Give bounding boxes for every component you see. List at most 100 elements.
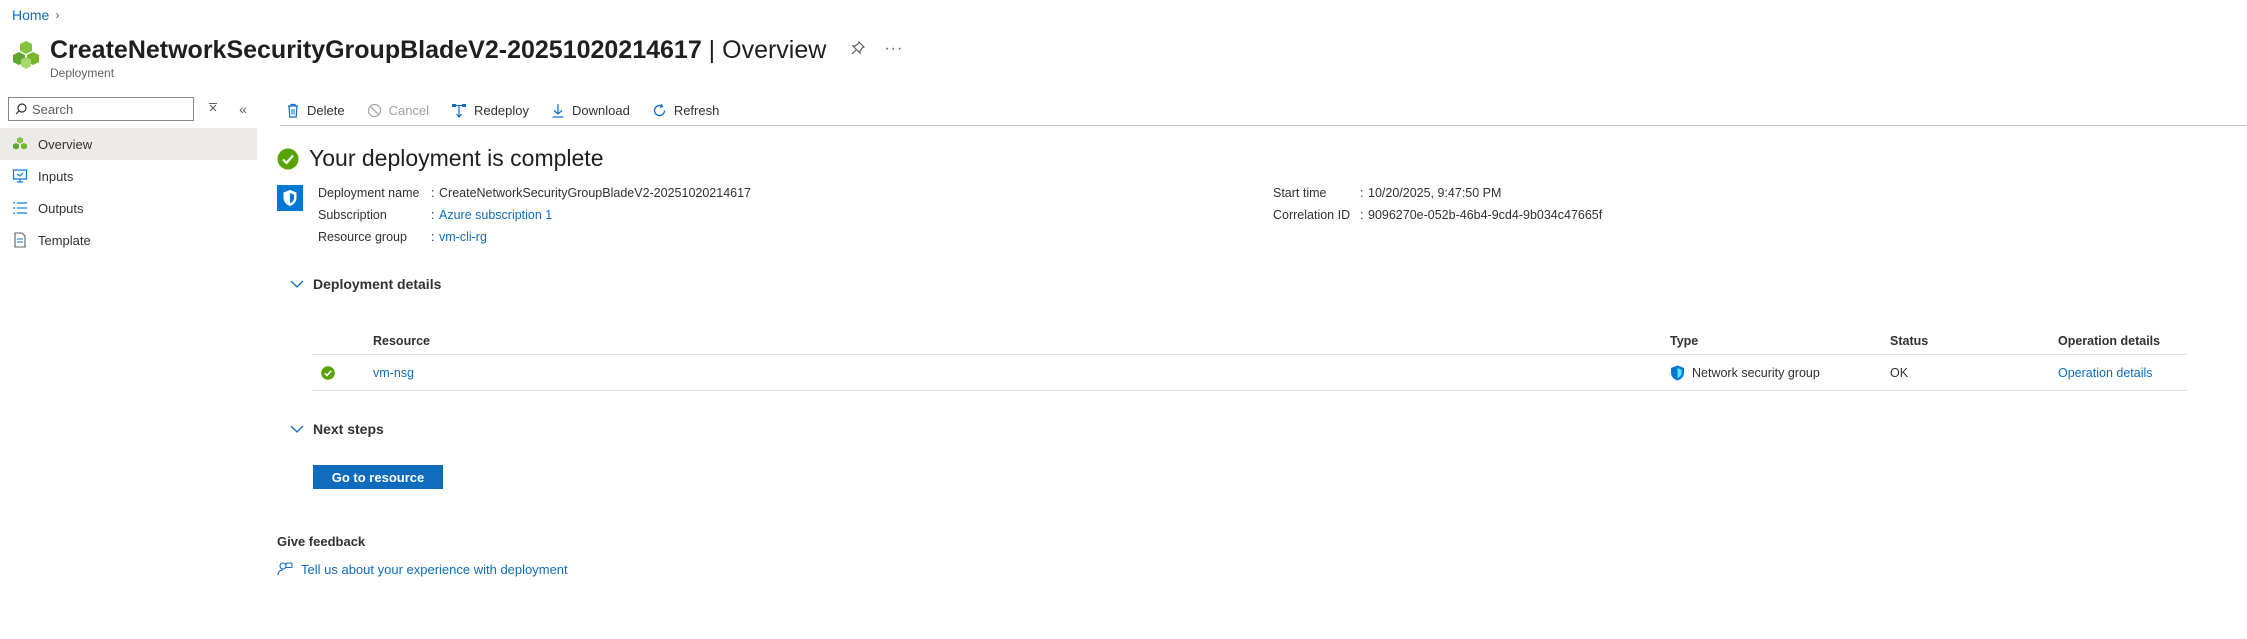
- command-bar: Delete Cancel Redeploy Download Refresh: [280, 96, 2247, 126]
- resource-group-link[interactable]: vm-cli-rg: [439, 230, 487, 244]
- clear-filter-icon[interactable]: [202, 101, 224, 117]
- download-button[interactable]: Download: [551, 98, 630, 124]
- start-time-value: 10/20/2025, 9:47:50 PM: [1368, 186, 1502, 200]
- row-operation-cell: Operation details: [2058, 366, 2187, 380]
- summary-label: Correlation ID: [1273, 208, 1351, 222]
- breadcrumb-home-link[interactable]: Home: [12, 7, 49, 23]
- summary-separator: :: [1360, 208, 1364, 222]
- row-status-cell: [313, 365, 373, 380]
- go-to-resource-button[interactable]: Go to resource: [313, 465, 443, 489]
- breadcrumb: Home ›: [12, 7, 59, 23]
- summary-separator: :: [1360, 186, 1364, 200]
- cancel-label: Cancel: [388, 103, 430, 118]
- resource-column-header: Resource: [373, 333, 430, 348]
- page-subtitle: Deployment: [50, 66, 115, 80]
- redeploy-label: Redeploy: [474, 103, 529, 118]
- deployment-name-title: CreateNetworkSecurityGroupBladeV2-202510…: [50, 36, 702, 64]
- inputs-icon: [12, 168, 28, 184]
- page-header: CreateNetworkSecurityGroupBladeV2-202510…: [12, 34, 903, 80]
- summary-label: Resource group: [318, 230, 407, 244]
- download-icon: [552, 104, 564, 118]
- refresh-icon: [653, 103, 665, 117]
- status-text-column-header: Status: [1890, 333, 1929, 348]
- left-nav-pane: « Overview Inputs Outputs Template: [0, 96, 257, 256]
- nav-item-label: Template: [38, 232, 91, 248]
- redeploy-button[interactable]: Redeploy: [451, 98, 529, 124]
- summary-separator: :: [431, 186, 435, 200]
- resource-link[interactable]: vm-nsg: [373, 366, 414, 380]
- nav-item-outputs[interactable]: Outputs: [0, 192, 257, 224]
- feedback-title: Give feedback: [277, 534, 366, 549]
- summary-row-start-time: Start time : 10/20/2025, 9:47:50 PM: [1273, 182, 1602, 204]
- side-nav: Overview Inputs Outputs Template: [0, 128, 257, 256]
- deployment-icon: [13, 41, 39, 69]
- operation-details-link[interactable]: Operation details: [2058, 366, 2153, 380]
- summary-row-deployment-name: Deployment name : CreateNetworkSecurityG…: [318, 182, 751, 204]
- operation-column-header: Operation details: [2058, 333, 2161, 348]
- type-column-header: Type: [1670, 333, 1699, 348]
- deployment-status-title: Your deployment is complete: [309, 145, 604, 171]
- feedback-link-row[interactable]: Tell us about your experience with deplo…: [277, 561, 568, 577]
- nav-item-template[interactable]: Template: [0, 224, 257, 256]
- feedback-icon: [277, 562, 293, 576]
- cancel-icon: [367, 103, 381, 118]
- deployment-summary-right: Start time : 10/20/2025, 9:47:50 PM Corr…: [1273, 182, 1602, 226]
- search-input[interactable]: [32, 101, 192, 117]
- deployment-details-title: Deployment details: [313, 276, 442, 292]
- outputs-icon: [12, 200, 28, 216]
- trash-icon: [288, 103, 298, 118]
- summary-row-subscription: Subscription : Azure subscription 1: [318, 204, 751, 226]
- page-title: CreateNetworkSecurityGroupBladeV2-202510…: [50, 34, 826, 66]
- row-resource-cell: vm-nsg: [373, 366, 1670, 380]
- pin-icon[interactable]: [850, 40, 866, 61]
- refresh-button[interactable]: Refresh: [652, 98, 720, 124]
- chevron-right-icon: ›: [55, 8, 60, 22]
- more-options-icon[interactable]: ···: [884, 40, 903, 61]
- success-check-icon: [321, 365, 335, 380]
- deployment-icon: [12, 136, 28, 152]
- download-label: Download: [571, 103, 630, 118]
- cancel-button[interactable]: Cancel: [367, 98, 429, 124]
- summary-separator: :: [431, 230, 435, 244]
- network-security-group-icon: [277, 185, 303, 211]
- feedback-link[interactable]: Tell us about your experience with deplo…: [301, 562, 568, 577]
- deployment-details-toggle[interactable]: Deployment details: [290, 276, 441, 292]
- summary-label: Deployment name: [318, 186, 420, 200]
- table-header: Resource Type Status Operation details: [313, 327, 2187, 355]
- summary-label: Start time: [1273, 186, 1327, 200]
- next-steps-title: Next steps: [313, 421, 384, 437]
- search-box[interactable]: [8, 97, 194, 121]
- success-check-icon: [277, 148, 299, 169]
- collapse-pane-icon[interactable]: «: [232, 101, 254, 117]
- summary-row-correlation-id: Correlation ID : 9096270e-052b-46b4-9cd4…: [1273, 204, 1602, 226]
- nav-item-label: Outputs: [38, 200, 84, 216]
- row-type-cell: Network security group: [1670, 365, 1890, 381]
- summary-separator: :: [431, 208, 435, 222]
- delete-label: Delete: [307, 103, 345, 118]
- resource-type-value: Network security group: [1692, 365, 1820, 380]
- row-status-text: OK: [1890, 365, 1909, 380]
- network-security-group-icon: [1671, 365, 1684, 380]
- refresh-label: Refresh: [673, 103, 720, 118]
- summary-row-resource-group: Resource group : vm-cli-rg: [318, 226, 751, 248]
- nav-item-label: Overview: [38, 136, 93, 152]
- next-steps-toggle[interactable]: Next steps: [290, 421, 384, 437]
- blade-section-title: | Overview: [701, 36, 827, 64]
- deployment-summary: Deployment name : CreateNetworkSecurityG…: [318, 182, 751, 248]
- deployment-resources-table: Resource Type Status Operation details v…: [313, 327, 2187, 391]
- nav-item-label: Inputs: [38, 168, 74, 184]
- deployment-name-value: CreateNetworkSecurityGroupBladeV2-202510…: [439, 186, 752, 200]
- chevron-down-icon: [290, 425, 304, 433]
- search-icon: [15, 103, 27, 115]
- chevron-down-icon: [290, 280, 304, 288]
- delete-button[interactable]: Delete: [286, 98, 345, 124]
- main-content: Your deployment is complete Deployment n…: [277, 127, 2247, 639]
- nav-item-inputs[interactable]: Inputs: [0, 160, 257, 192]
- template-icon: [12, 232, 28, 248]
- correlation-id-value: 9096270e-052b-46b4-9cd4-9b034c47665f: [1368, 208, 1603, 222]
- nav-item-overview[interactable]: Overview: [0, 128, 257, 160]
- subscription-link[interactable]: Azure subscription 1: [439, 208, 552, 222]
- deployment-status: Your deployment is complete: [277, 145, 604, 172]
- redeploy-icon: [452, 104, 467, 118]
- summary-label: Subscription: [318, 208, 387, 222]
